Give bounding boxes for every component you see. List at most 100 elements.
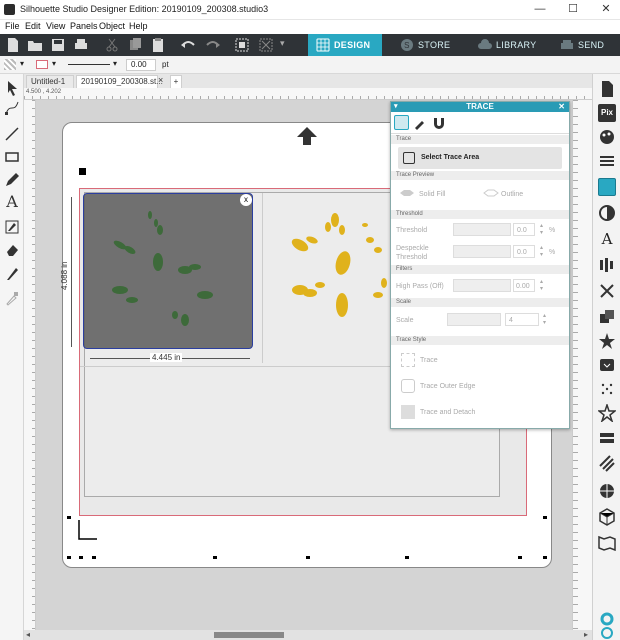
menu-object[interactable]: Object [99, 21, 125, 31]
selection-close-badge[interactable]: x [240, 194, 252, 206]
text-style-icon[interactable]: A [598, 230, 616, 248]
select-trace-area-label: Select Trace Area [421, 154, 480, 161]
page-setup-icon[interactable] [598, 80, 616, 98]
fill-icon[interactable] [598, 204, 616, 222]
replicate-icon[interactable] [598, 308, 616, 326]
toolbar-dropdown-icon[interactable]: ▾ [280, 38, 285, 49]
line-style-icon[interactable] [598, 152, 616, 170]
solid-fill-option[interactable]: Solid Fill [419, 191, 445, 198]
redo-icon[interactable] [205, 37, 221, 53]
knife-tool-icon[interactable] [4, 266, 20, 282]
menu-edit[interactable]: Edit [25, 21, 41, 31]
threshold-stepper[interactable]: ▴ ▾ [540, 222, 543, 236]
pixscan-icon[interactable]: Pix [598, 104, 616, 122]
offset-icon[interactable] [598, 356, 616, 374]
refresh-icon[interactable] [598, 624, 616, 640]
line-width-input[interactable]: 0.00 [126, 59, 156, 71]
tab-library[interactable]: LIBRARY [470, 34, 540, 56]
close-tab-icon[interactable]: × [158, 75, 163, 85]
doc-tab-untitled[interactable]: Untitled-1 [26, 75, 74, 88]
scale-value: 4 [509, 317, 513, 324]
eyedropper-icon[interactable] [4, 290, 20, 306]
rectangle-tool-icon[interactable] [4, 149, 20, 165]
open-folder-icon[interactable] [27, 37, 43, 53]
print-icon[interactable] [73, 37, 89, 53]
3d-box-icon[interactable] [598, 508, 616, 526]
modify-icon[interactable] [598, 332, 616, 350]
scale-slider[interactable] [447, 313, 501, 326]
photo-fold-line [262, 193, 263, 363]
color-palette-icon[interactable] [598, 128, 616, 146]
select-trace-area-button[interactable]: Select Trace Area [398, 147, 562, 169]
trace-tab-icon[interactable] [394, 115, 409, 130]
transform-icon[interactable] [598, 282, 616, 300]
despeckle-stepper[interactable]: ▴ ▾ [540, 244, 543, 258]
outline-option[interactable]: Outline [501, 191, 523, 198]
select-all-icon[interactable] [234, 37, 250, 53]
line-color-dropdown-icon[interactable]: ▾ [52, 59, 56, 68]
collapse-panel-button[interactable]: ▾ [394, 102, 398, 112]
paste-icon[interactable] [150, 37, 166, 53]
scrollbar-thumb[interactable] [214, 632, 284, 638]
layers-icon[interactable] [598, 430, 616, 448]
maximize-button[interactable]: ☐ [565, 2, 581, 16]
deselect-icon[interactable] [258, 37, 274, 53]
fill-dropdown-icon[interactable]: ▾ [20, 59, 24, 68]
trace-panel-icon[interactable] [598, 178, 616, 196]
trace-and-detach-button[interactable]: Trace and Detach [398, 402, 562, 422]
point-edit-icon[interactable] [4, 100, 20, 116]
menu-bar: File Edit View Panels Object Help [0, 20, 620, 34]
doc-tab-studio-file[interactable]: 20190109_200308.st... [76, 75, 163, 88]
detach-icon [401, 405, 415, 419]
menu-file[interactable]: File [5, 21, 20, 31]
select-arrow-icon[interactable] [4, 80, 20, 96]
new-tab-button[interactable]: + [170, 75, 182, 88]
left-toolbar: A [0, 74, 24, 640]
save-icon[interactable] [50, 37, 66, 53]
horizontal-scrollbar[interactable]: ◂ ▸ [24, 630, 592, 640]
despeckle-slider[interactable] [453, 245, 511, 258]
line-color-swatch[interactable] [36, 60, 48, 69]
store-icon: S [401, 39, 413, 51]
pixscan-eyedropper-icon[interactable] [413, 116, 427, 130]
line-tool-icon[interactable] [4, 126, 20, 142]
scroll-left-icon[interactable]: ◂ [26, 630, 30, 639]
copy-icon[interactable] [127, 37, 143, 53]
tab-send[interactable]: SEND [552, 34, 620, 56]
despeckle-label-1: Despeckle [396, 245, 429, 252]
trace-button[interactable]: Trace [398, 350, 562, 370]
line-style-preview[interactable] [68, 64, 110, 65]
new-file-icon[interactable] [5, 37, 21, 53]
eraser-tool-icon[interactable] [4, 242, 20, 258]
threshold-slider[interactable] [453, 223, 511, 236]
section-filters: Filters [391, 265, 569, 274]
trace-outer-edge-button[interactable]: Trace Outer Edge [398, 376, 562, 396]
high-pass-stepper[interactable]: ▴ ▾ [540, 278, 543, 292]
close-panel-button[interactable]: ✕ [558, 102, 565, 112]
pencil-tool-icon[interactable] [4, 172, 20, 188]
draw-frame-icon[interactable] [4, 219, 20, 235]
cut-icon[interactable] [104, 37, 120, 53]
tab-store[interactable]: S STORE [392, 34, 462, 56]
tab-design[interactable]: DESIGN [308, 34, 382, 56]
close-button[interactable]: ✕ [598, 2, 614, 16]
menu-view[interactable]: View [46, 21, 65, 31]
globe-icon[interactable] [598, 482, 616, 500]
sketch-icon[interactable] [598, 380, 616, 398]
scroll-right-icon[interactable]: ▸ [584, 630, 588, 639]
star-outline-icon[interactable] [598, 404, 616, 422]
text-tool-icon[interactable]: A [4, 194, 20, 210]
line-style-dropdown-icon[interactable]: ▾ [113, 59, 117, 68]
fill-pattern-icon[interactable] [4, 59, 16, 70]
menu-help[interactable]: Help [129, 21, 148, 31]
minimize-button[interactable]: — [532, 2, 548, 16]
align-icon[interactable] [598, 256, 616, 274]
high-pass-slider[interactable] [453, 279, 511, 292]
magnet-icon[interactable] [431, 116, 447, 130]
map-fold-icon[interactable] [598, 534, 616, 552]
hatch-icon[interactable] [598, 454, 616, 472]
scale-label: Scale [396, 317, 414, 324]
menu-panels[interactable]: Panels [70, 21, 98, 31]
undo-icon[interactable] [180, 37, 196, 53]
scale-stepper[interactable]: ▴ ▾ [543, 312, 546, 326]
